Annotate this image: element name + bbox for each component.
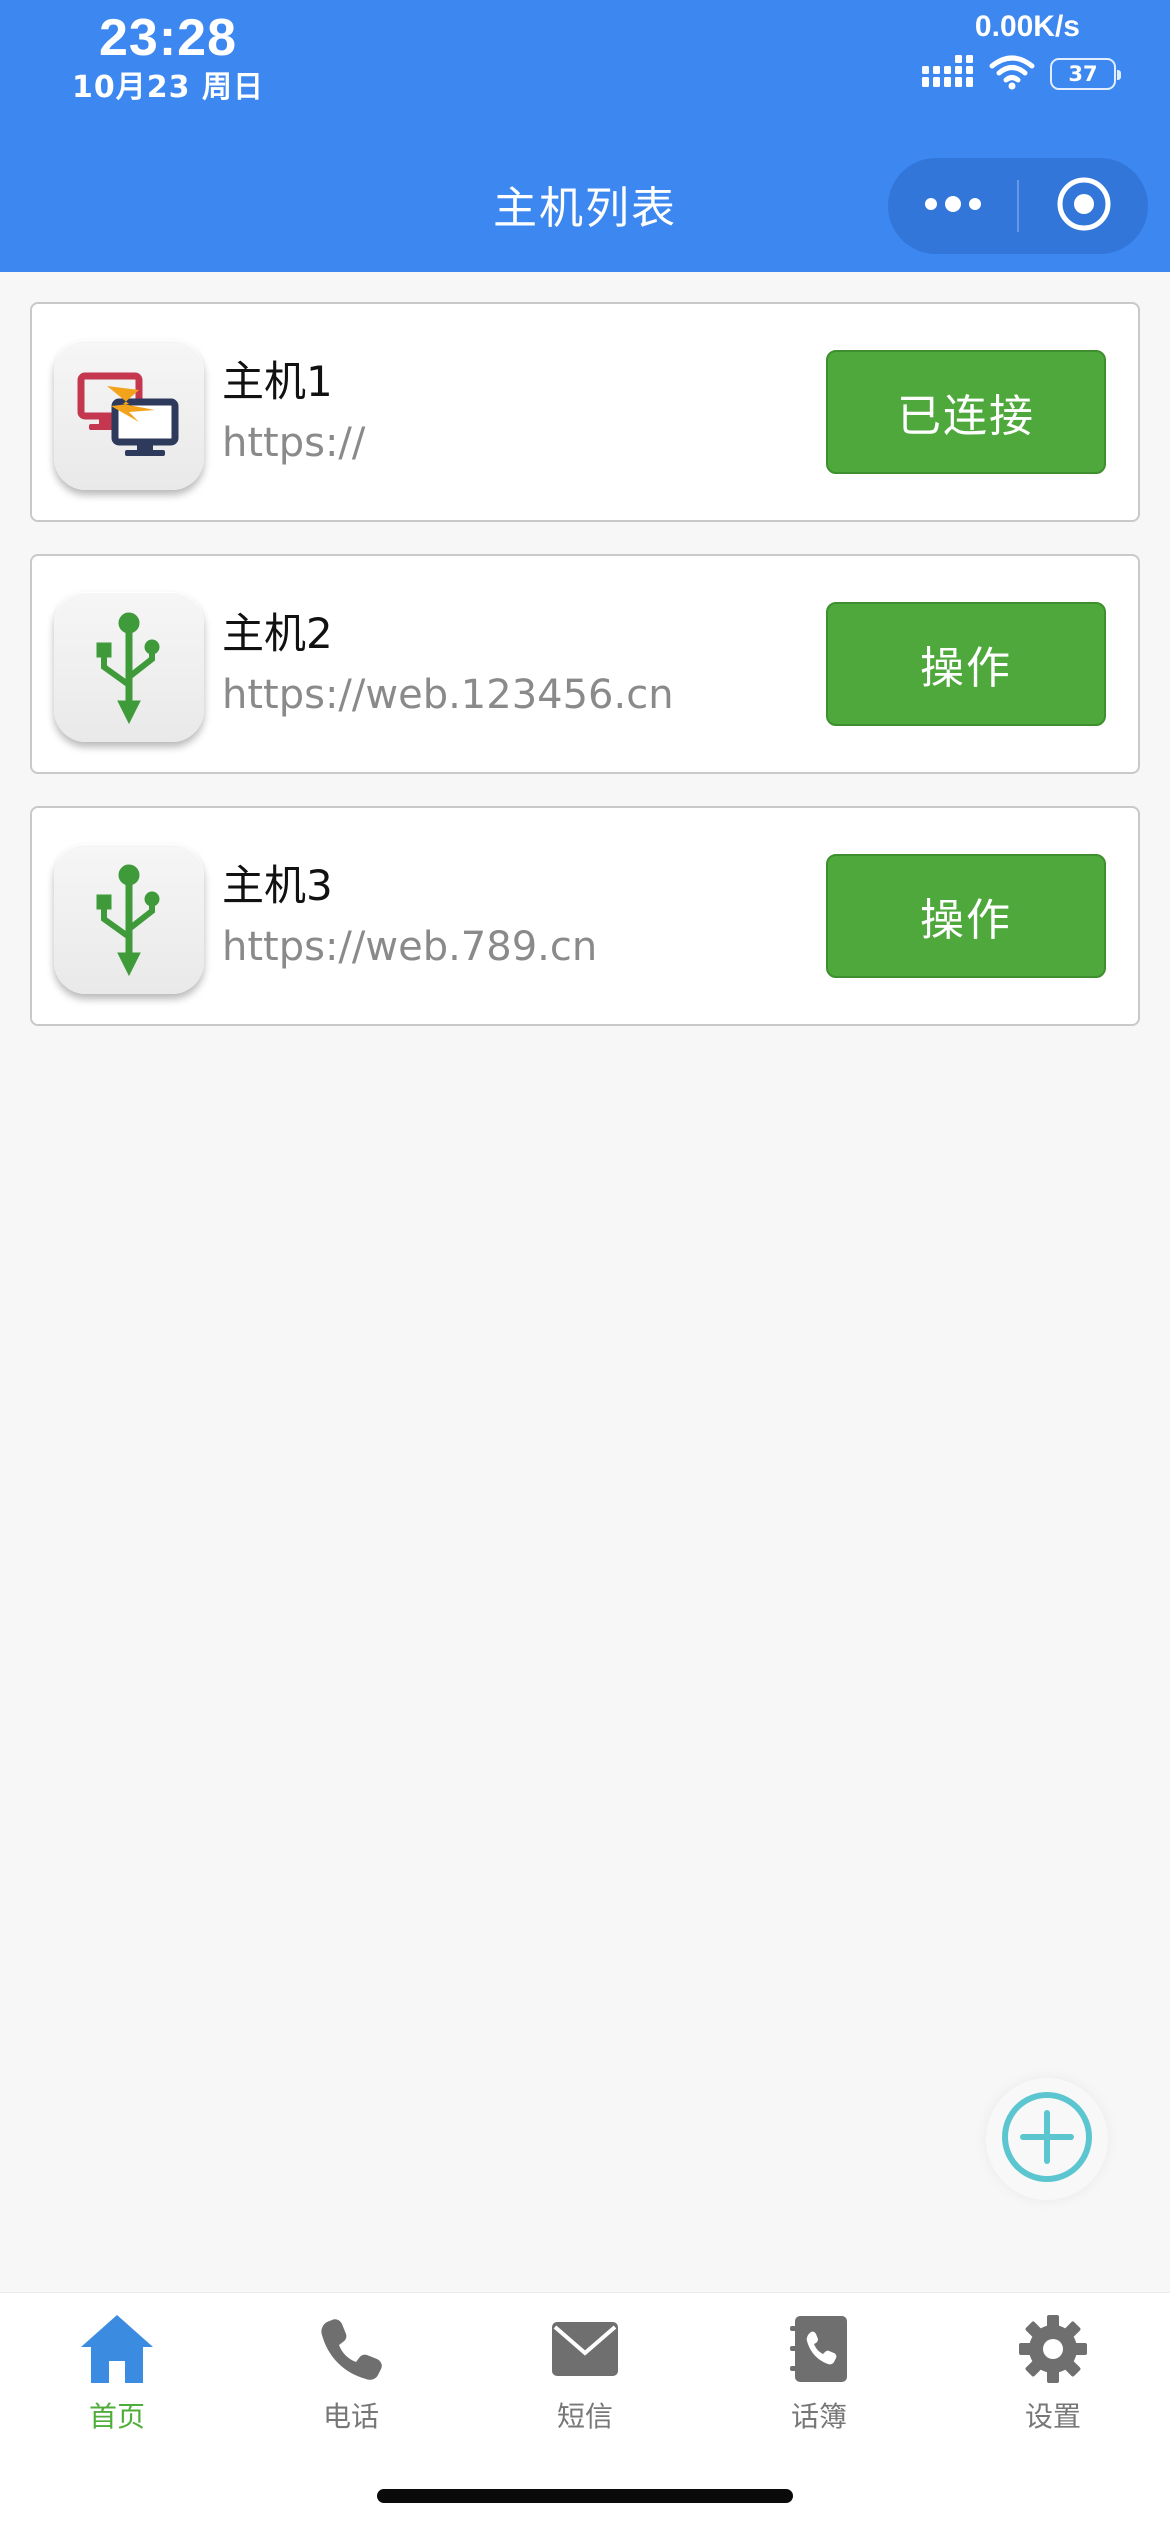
more-dots-icon	[923, 194, 983, 218]
host-card[interactable]: 主机1 https:// 已连接	[30, 302, 1140, 522]
host-status-button[interactable]: 已连接	[826, 350, 1106, 474]
host-operate-button[interactable]: 操作	[826, 602, 1106, 726]
tab-phone[interactable]: 电话	[234, 2293, 468, 2443]
host-name: 主机2	[222, 609, 333, 658]
tab-label: 电话	[322, 2400, 379, 2433]
home-indicator	[377, 2489, 793, 2503]
close-button[interactable]	[1019, 158, 1148, 254]
tab-label: 设置	[1024, 2400, 1081, 2433]
more-button[interactable]	[888, 158, 1017, 254]
status-time: 23:28	[99, 9, 237, 67]
contacts-book-icon	[779, 2309, 859, 2389]
host-url: https://web.789.cn	[222, 924, 598, 970]
battery-level: 37	[1068, 62, 1098, 86]
status-date: 10月23 周日	[72, 70, 264, 105]
phone-icon	[311, 2309, 391, 2389]
tab-home[interactable]: 首页	[0, 2293, 234, 2443]
tab-label: 首页	[88, 2400, 145, 2433]
signal-icon	[922, 55, 974, 93]
battery-icon: 37	[1050, 58, 1121, 90]
usb-icon	[54, 844, 204, 994]
host-name: 主机1	[222, 357, 333, 406]
wifi-icon	[988, 54, 1036, 94]
remote-desktop-icon	[54, 340, 204, 490]
home-icon	[77, 2309, 157, 2389]
host-url: https://web.123456.cn	[222, 672, 674, 718]
host-url: https://	[222, 420, 366, 466]
mail-icon	[545, 2309, 625, 2389]
host-card[interactable]: 主机2 https://web.123456.cn 操作	[30, 554, 1140, 774]
tab-label: 话簿	[790, 2400, 847, 2433]
close-target-icon	[1055, 175, 1113, 237]
status-icons: 37	[922, 52, 1121, 96]
tab-sms[interactable]: 短信	[468, 2293, 702, 2443]
settings-gear-icon	[1013, 2309, 1093, 2389]
host-card[interactable]: 主机3 https://web.789.cn 操作	[30, 806, 1140, 1026]
tab-label: 短信	[556, 2400, 613, 2433]
header: 23:28 10月23 周日 0.00K/s 37 主机列表	[0, 0, 1170, 272]
status-net-speed: 0.00K/s	[974, 10, 1080, 43]
mini-program-capsule	[888, 158, 1148, 254]
host-list: 主机1 https:// 已连接 主机2 https://web.123456.…	[30, 302, 1140, 1058]
tab-contacts[interactable]: 话簿	[702, 2293, 936, 2443]
add-host-button[interactable]	[986, 2078, 1108, 2200]
host-operate-button[interactable]: 操作	[826, 854, 1106, 978]
add-circle-icon	[999, 2089, 1095, 2189]
usb-icon	[54, 592, 204, 742]
host-name: 主机3	[222, 861, 333, 910]
tab-settings[interactable]: 设置	[936, 2293, 1170, 2443]
